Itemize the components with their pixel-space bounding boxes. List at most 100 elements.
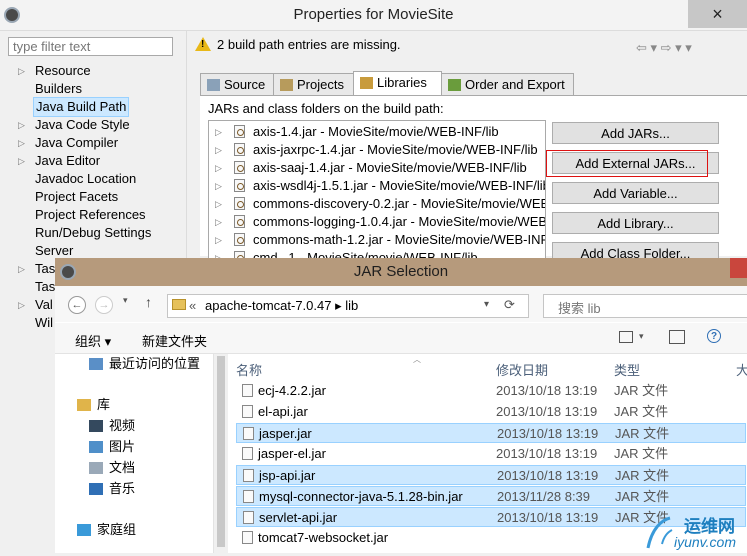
filter-input[interactable]: type filter text	[8, 37, 173, 56]
column-date[interactable]: 修改日期	[496, 360, 548, 379]
tab-icon	[207, 79, 220, 91]
jar-entry-label: axis-1.4.jar - MovieSite/movie/WEB-INF/l…	[253, 124, 499, 139]
search-input[interactable]: 搜索 lib	[543, 294, 747, 318]
tree-item-label: Wil	[35, 315, 54, 330]
jar-entry-label: axis-wsdl4j-1.5.1.jar - MovieSite/movie/…	[253, 178, 546, 193]
address-dropdown-icon[interactable]: ▾	[484, 299, 489, 310]
forward-button[interactable]: →	[95, 296, 113, 314]
file-row[interactable]: mysql-connector-java-5.1.28-bin.jar 2013/…	[236, 486, 746, 506]
jar-entry[interactable]: ▷ axis-saaj-1.4.jar - MovieSite/movie/WEB…	[209, 159, 545, 177]
recent-dropdown-icon[interactable]: ▾	[123, 295, 128, 306]
tab-source[interactable]: Source	[200, 73, 274, 95]
view-options-icon[interactable]	[619, 331, 633, 343]
jar-entry[interactable]: ▷ commons-math-1.2.jar - MovieSite/movie/…	[209, 231, 545, 249]
file-row[interactable]: jasper.jar 2013/10/18 13:19 JAR 文件	[236, 423, 746, 443]
tab-order-and-export[interactable]: Order and Export	[441, 73, 574, 95]
jar-icon	[234, 161, 245, 174]
close-button[interactable]: ×	[688, 0, 747, 28]
expand-arrow-icon[interactable]: ▷	[215, 159, 222, 177]
file-type: JAR 文件	[614, 446, 669, 461]
jar-entry-label: axis-saaj-1.4.jar - MovieSite/movie/WEB-…	[253, 160, 527, 175]
file-name: tomcat7-websocket.jar	[258, 530, 389, 545]
file-type: JAR 文件	[615, 426, 670, 441]
video-icon	[89, 420, 103, 432]
file-date: 2013/10/18 13:19	[497, 510, 599, 525]
expand-arrow-icon[interactable]: ▷	[18, 62, 25, 80]
folder-icon	[172, 299, 186, 310]
jar-icon	[234, 197, 245, 210]
file-date: 2013/10/18 13:19	[496, 383, 598, 398]
help-icon[interactable]: ?	[707, 329, 721, 343]
watermark-url: iyunv.com	[674, 534, 736, 550]
highlight-box	[546, 150, 708, 177]
history-nav[interactable]: ⇦ ▾ ⇨ ▾ ▾	[636, 40, 692, 56]
file-row[interactable]: jasper-el.jar 2013/10/18 13:19 JAR 文件	[236, 444, 746, 464]
expand-arrow-icon[interactable]: ▷	[215, 231, 222, 249]
expand-arrow-icon[interactable]: ▷	[18, 116, 25, 134]
address-path[interactable]: apache-tomcat-7.0.47 ▸ lib	[205, 298, 358, 314]
new-folder-button[interactable]: 新建文件夹	[142, 331, 207, 350]
nav-item-label: 家庭组	[97, 522, 137, 537]
jar-entry[interactable]: ▷ axis-1.4.jar - MovieSite/movie/WEB-INF/…	[209, 123, 545, 141]
file-type: JAR 文件	[614, 404, 669, 419]
add-library-button[interactable]: Add Library...	[552, 212, 719, 234]
tab-projects[interactable]: Projects	[273, 73, 354, 95]
add-variable-button[interactable]: Add Variable...	[552, 182, 719, 204]
column-size[interactable]: 大	[736, 360, 747, 379]
tab-icon	[360, 77, 373, 89]
back-button[interactable]: ←	[68, 296, 86, 314]
expand-arrow-icon[interactable]: ▷	[215, 123, 222, 141]
expand-arrow-icon[interactable]: ▷	[215, 141, 222, 159]
organize-button[interactable]: 组织 ▾	[75, 331, 111, 350]
file-row[interactable]: el-api.jar 2013/10/18 13:19 JAR 文件	[236, 402, 746, 422]
jar-icon	[234, 143, 245, 156]
tree-item-label: Tas	[35, 261, 56, 276]
preview-pane-icon[interactable]	[669, 330, 685, 344]
expand-arrow-icon[interactable]: ▷	[18, 260, 25, 278]
file-name: ecj-4.2.2.jar	[258, 383, 326, 398]
file-row[interactable]: jsp-api.jar 2013/10/18 13:19 JAR 文件	[236, 465, 746, 485]
nav-item-label: 最近访问的位置	[109, 356, 201, 371]
jar-icon	[234, 125, 245, 138]
column-type[interactable]: 类型	[614, 360, 640, 379]
jar-entry[interactable]: ▷ commons-logging-1.0.4.jar - MovieSite/m…	[209, 213, 545, 231]
add-jars-button[interactable]: Add JARs...	[552, 122, 719, 144]
tree-item-label: Javadoc Location	[35, 171, 137, 186]
jar-file-icon	[243, 469, 254, 482]
expand-arrow-icon[interactable]: ▷	[18, 134, 25, 152]
expand-arrow-icon[interactable]: ▷	[18, 296, 25, 314]
search-placeholder: 搜索 lib	[558, 301, 601, 316]
expand-arrow-icon[interactable]: ▷	[215, 195, 222, 213]
jar-entry[interactable]: ▷ axis-jaxrpc-1.4.jar - MovieSite/movie/W…	[209, 141, 545, 159]
jar-file-icon	[243, 490, 254, 503]
picture-icon	[89, 441, 103, 453]
jar-list[interactable]: ▷ axis-1.4.jar - MovieSite/movie/WEB-INF/…	[208, 120, 546, 260]
jar-icon	[234, 215, 245, 228]
up-button[interactable]: ↑	[145, 294, 152, 310]
tree-item-label: Builders	[35, 81, 82, 96]
tab-libraries[interactable]: Libraries	[353, 71, 442, 96]
expand-arrow-icon[interactable]: ▷	[215, 213, 222, 231]
refresh-icon[interactable]: ⟳	[504, 297, 515, 313]
nav-item-label: 视频	[109, 418, 136, 433]
jar-file-icon	[242, 384, 253, 397]
jar-file-icon	[243, 427, 254, 440]
navigation-scrollbar[interactable]	[213, 354, 229, 553]
file-row[interactable]: ecj-4.2.2.jar 2013/10/18 13:19 JAR 文件	[236, 381, 746, 401]
nav-item-label: 音乐	[109, 481, 136, 496]
tree-item-label: Java Editor	[35, 153, 101, 168]
scrollbar-thumb[interactable]	[217, 356, 225, 547]
view-dropdown-icon[interactable]: ▾	[639, 331, 644, 342]
expand-arrow-icon[interactable]: ▷	[18, 152, 25, 170]
column-name[interactable]: 名称	[236, 360, 262, 379]
jar-entry[interactable]: ▷ axis-wsdl4j-1.5.1.jar - MovieSite/movie…	[209, 177, 546, 195]
dialog-title: JAR Selection	[353, 263, 449, 280]
jar-file-icon	[242, 447, 253, 460]
dialog-close-button[interactable]	[730, 258, 747, 278]
address-bar[interactable]: « apache-tomcat-7.0.47 ▸ lib ▾ ⟳	[167, 294, 529, 318]
file-type: JAR 文件	[615, 489, 670, 504]
jar-entry[interactable]: ▷ commons-discovery-0.2.jar - MovieSite/m…	[209, 195, 545, 213]
expand-arrow-icon[interactable]: ▷	[215, 177, 222, 195]
watermark: 运维网 iyunv.com	[640, 508, 747, 553]
jar-entry-label: commons-logging-1.0.4.jar - MovieSite/mo…	[253, 214, 545, 229]
